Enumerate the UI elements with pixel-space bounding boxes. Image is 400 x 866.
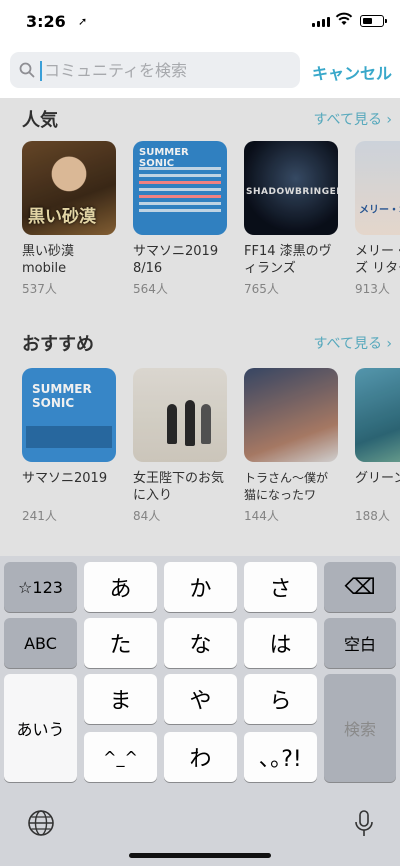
community-thumbnail <box>133 368 227 462</box>
community-content: 人気 すべて見る › 黒い砂漠 黒い砂漠 mobile 537人 SUMMER … <box>0 98 400 556</box>
search-bar: キャンセル <box>0 46 400 98</box>
key-ka[interactable]: か <box>164 562 237 612</box>
popular-list: 黒い砂漠 黒い砂漠 mobile 537人 SUMMER SONIC サマソニ2… <box>22 141 400 297</box>
numbers-key[interactable]: ☆123 <box>4 562 77 612</box>
member-count: 913人 <box>355 282 390 296</box>
community-name: サマソニ2019 8/16 <box>133 244 219 276</box>
key-sa[interactable]: さ <box>244 562 317 612</box>
community-name: トラさん〜僕が猫になったワケ〜… <box>244 471 329 502</box>
section-title: おすすめ <box>22 334 94 355</box>
community-card[interactable]: SUMMER SONIC サマソニ2019 241人 <box>22 368 116 524</box>
community-name: 黒い砂漠 mobile <box>22 244 75 276</box>
community-thumbnail: SUMMER SONIC <box>22 368 116 462</box>
globe-icon[interactable] <box>27 809 55 837</box>
member-count: 537人 <box>22 282 57 296</box>
member-count: 188人 <box>355 509 390 523</box>
microphone-icon[interactable] <box>353 809 375 839</box>
search-box[interactable] <box>10 52 300 88</box>
community-thumbnail <box>355 368 400 462</box>
search-key[interactable]: 検索 <box>324 674 396 782</box>
cancel-button[interactable]: キャンセル <box>312 60 392 84</box>
key-wa[interactable]: わ <box>164 732 237 782</box>
community-thumbnail: SUMMER SONIC <box>133 141 227 235</box>
text-cursor <box>40 61 42 81</box>
member-count: 564人 <box>133 282 168 296</box>
wifi-icon <box>335 12 353 25</box>
location-icon: ➚ <box>78 15 88 28</box>
community-card[interactable]: SHADOWBRINGERS FF14 漆黒のヴィランズ 765人 <box>244 141 338 297</box>
key-ha[interactable]: は <box>244 618 317 668</box>
community-thumbnail: メリー・ポピンズ <box>355 141 400 235</box>
status-time: 3:26 <box>26 12 66 31</box>
delete-key[interactable]: ⌫ <box>324 562 396 612</box>
key-ra[interactable]: ら <box>244 674 317 724</box>
recommended-list: SUMMER SONIC サマソニ2019 241人 女王陛下のお気に入り 84… <box>22 368 400 524</box>
community-card[interactable]: メリー・ポピンズ メリー・ポピンズ リターンズ 913人 <box>355 141 400 297</box>
japanese-kana-keyboard: ☆123 あ か さ ⌫ ABC た な は 空白 あいう ま や ら 検索 ^… <box>0 556 400 866</box>
status-bar: 3:26 ➚ <box>0 0 400 46</box>
key-ma[interactable]: ま <box>84 674 157 724</box>
home-indicator <box>129 853 271 858</box>
key-ya[interactable]: や <box>164 674 237 724</box>
community-thumbnail: SHADOWBRINGERS <box>244 141 338 235</box>
search-input[interactable] <box>44 52 284 88</box>
community-card[interactable]: グリーンブック 188人 <box>355 368 400 524</box>
key-a[interactable]: あ <box>84 562 157 612</box>
abc-key[interactable]: ABC <box>4 618 77 668</box>
community-thumbnail: 黒い砂漠 <box>22 141 116 235</box>
community-card[interactable]: トラさん〜僕が猫になったワケ〜… 144人 <box>244 368 338 524</box>
community-card[interactable]: SUMMER SONIC サマソニ2019 8/16 564人 <box>133 141 227 297</box>
see-all-recommended-link[interactable]: すべて見る › <box>313 333 392 353</box>
punctuation-key[interactable]: ､｡?! <box>244 732 317 782</box>
community-thumbnail <box>244 368 338 462</box>
kana-mode-key[interactable]: あいう <box>4 674 77 782</box>
member-count: 765人 <box>244 282 279 296</box>
recommended-section-header: おすすめ すべて見る › <box>22 330 392 356</box>
emoticon-key[interactable]: ^_^ <box>84 732 157 782</box>
see-all-popular-link[interactable]: すべて見る › <box>313 109 392 129</box>
space-key[interactable]: 空白 <box>324 618 396 668</box>
community-name: サマソニ2019 <box>22 471 108 486</box>
battery-icon <box>360 15 387 27</box>
community-card[interactable]: 黒い砂漠 黒い砂漠 mobile 537人 <box>22 141 116 297</box>
community-card[interactable]: 女王陛下のお気に入り 84人 <box>133 368 227 524</box>
cellular-signal-icon <box>312 17 330 27</box>
key-ta[interactable]: た <box>84 618 157 668</box>
community-name: メリー・ポピンズ リターンズ <box>355 244 400 276</box>
community-name: 女王陛下のお気に入り <box>133 471 225 503</box>
community-name: FF14 漆黒のヴィランズ <box>244 244 332 276</box>
popular-section-header: 人気 すべて見る › <box>22 106 392 132</box>
member-count: 241人 <box>22 509 57 523</box>
member-count: 144人 <box>244 509 279 523</box>
search-icon <box>19 62 35 78</box>
member-count: 84人 <box>133 509 161 523</box>
key-na[interactable]: な <box>164 618 237 668</box>
community-name: グリーンブック <box>355 471 400 486</box>
section-title: 人気 <box>22 110 58 131</box>
